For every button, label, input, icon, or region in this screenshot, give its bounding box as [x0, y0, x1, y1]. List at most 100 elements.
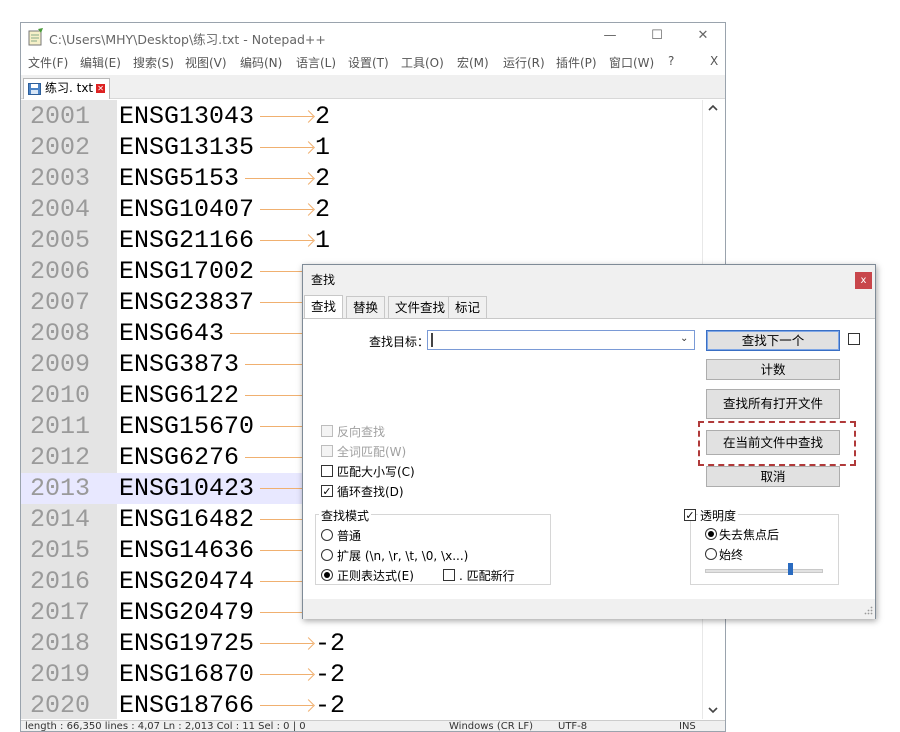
find-next-extra-checkbox[interactable]: [848, 333, 860, 345]
chevron-down-icon[interactable]: ⌄: [680, 333, 688, 344]
transparency-slider-thumb[interactable]: [788, 563, 793, 575]
tab-label: 练习. txt: [45, 81, 94, 95]
menu-close-doc[interactable]: X: [710, 54, 718, 68]
close-button[interactable]: ✕: [686, 25, 720, 47]
mode-regex-label: 正则表达式(E): [337, 569, 414, 583]
tab-find-in-files[interactable]: 文件查找: [388, 296, 453, 318]
mode-extended-radio[interactable]: [321, 549, 333, 561]
scroll-down-icon[interactable]: [708, 706, 718, 714]
minimize-button[interactable]: —: [593, 25, 627, 47]
transparency-always-label: 始终: [719, 548, 744, 562]
transparency-checkbox[interactable]: ✓: [684, 509, 696, 521]
transparency-always-radio[interactable]: [705, 548, 717, 560]
search-mode-title: 查找模式: [319, 507, 372, 524]
status-insert-mode: INS: [679, 721, 696, 732]
tab-close-icon[interactable]: ✕: [96, 84, 106, 93]
menu-tools[interactable]: 工具(O): [401, 54, 444, 71]
tab-arrow-icon: [260, 705, 313, 707]
tab-find[interactable]: 查找: [304, 295, 344, 318]
value-cell: 2: [315, 102, 331, 131]
backward-direction-checkbox[interactable]: [321, 425, 333, 437]
whole-word-label: 全词匹配(W): [337, 445, 407, 459]
status-position: length : 66,350 lines : 4,07 Ln : 2,013 …: [25, 721, 306, 732]
tab-arrow-icon: [260, 643, 313, 645]
gene-id: ENSG5153: [119, 164, 240, 193]
whole-word-checkbox[interactable]: [321, 445, 333, 457]
tab-arrow-icon: [260, 240, 313, 242]
gene-id: ENSG23837: [119, 288, 255, 317]
tab-mark[interactable]: 标记: [448, 296, 488, 318]
editor-line[interactable]: 2002 ENSG13135 1: [21, 132, 702, 163]
editor-line[interactable]: 2005 ENSG21166 1: [21, 225, 702, 256]
wrap-around-checkbox[interactable]: ✓: [321, 485, 333, 497]
dot-matches-newline-checkbox[interactable]: [443, 569, 455, 581]
value-cell: 2: [315, 195, 331, 224]
editor-line[interactable]: 2020 ENSG18766 -2: [21, 690, 702, 721]
maximize-button[interactable]: ☐: [640, 25, 674, 47]
dialog-close-button[interactable]: x: [855, 272, 872, 289]
editor-line[interactable]: 2003 ENSG5153 2: [21, 163, 702, 194]
window-title: C:\Users\MHY\Desktop\练习.txt - Notepad++: [49, 32, 326, 47]
tab-replace[interactable]: 替换: [346, 296, 386, 318]
transparency-slider-track[interactable]: [705, 569, 823, 573]
find-tab-panel: 查找目标： ⌄ 查找下一个 计数 查找所有打开文件 在当前文件中查找 取消 反向…: [303, 318, 875, 600]
notepadpp-app-icon: [28, 28, 43, 46]
editor-line[interactable]: 2018 ENSG19725 -2: [21, 628, 702, 659]
line-number: 2002: [30, 133, 91, 162]
menu-run[interactable]: 运行(R): [503, 54, 545, 71]
cancel-button[interactable]: 取消: [706, 466, 840, 487]
dialog-tabs: 查找 替换 文件查找 标记: [303, 295, 875, 318]
line-number: 2016: [30, 567, 91, 596]
scroll-up-icon[interactable]: [708, 104, 718, 112]
gene-id: ENSG643: [119, 319, 225, 348]
editor-line[interactable]: 2004 ENSG10407 2: [21, 194, 702, 225]
count-button[interactable]: 计数: [706, 359, 840, 380]
match-case-checkbox[interactable]: [321, 465, 333, 477]
save-status-icon: [28, 83, 41, 95]
dialog-status-strip: [303, 599, 875, 619]
value-cell: -2: [315, 629, 346, 658]
menu-macro[interactable]: 宏(M): [457, 54, 489, 71]
tab-lianxi-txt[interactable]: 练习. txt ✕: [23, 78, 111, 99]
gene-id: ENSG10423: [119, 474, 255, 503]
line-number: 2020: [30, 691, 91, 720]
line-number: 2006: [30, 257, 91, 286]
menu-window[interactable]: 窗口(W): [609, 54, 654, 71]
find-next-button[interactable]: 查找下一个: [706, 330, 840, 351]
menu-help[interactable]: ?: [668, 54, 674, 68]
mode-normal-radio[interactable]: [321, 529, 333, 541]
value-cell: -2: [315, 691, 346, 720]
menu-settings[interactable]: 设置(T): [348, 54, 389, 71]
editor-line[interactable]: 2019 ENSG16870 -2: [21, 659, 702, 690]
line-number: 2013: [30, 474, 91, 503]
gene-id: ENSG21166: [119, 226, 255, 255]
transparency-on-lose-focus-radio[interactable]: [705, 528, 717, 540]
value-cell: 1: [315, 226, 331, 255]
status-eol: Windows (CR LF): [449, 721, 534, 732]
menu-plugins[interactable]: 插件(P): [556, 54, 597, 71]
line-number: 2007: [30, 288, 91, 317]
value-cell: 2: [315, 164, 331, 193]
resize-grip-icon[interactable]: [864, 606, 873, 615]
mode-normal-label: 普通: [337, 529, 362, 543]
gene-id: ENSG6122: [119, 381, 240, 410]
line-number: 2008: [30, 319, 91, 348]
menu-encoding[interactable]: 编码(N): [240, 54, 282, 71]
menu-edit[interactable]: 编辑(E): [80, 54, 121, 71]
menu-search[interactable]: 搜索(S): [133, 54, 174, 71]
value-cell: -2: [315, 660, 346, 689]
status-bar: length : 66,350 lines : 4,07 Ln : 2,013 …: [21, 720, 725, 732]
menu-file[interactable]: 文件(F): [28, 54, 68, 71]
document-tab-bar: 练习. txt ✕: [21, 75, 725, 99]
menu-language[interactable]: 语言(L): [296, 54, 336, 71]
gene-id: ENSG20474: [119, 567, 255, 596]
editor-line[interactable]: 2001 ENSG13043 2: [21, 101, 702, 132]
find-what-input[interactable]: ⌄: [427, 330, 695, 350]
menu-view[interactable]: 视图(V): [185, 54, 227, 71]
line-number: 2001: [30, 102, 91, 131]
line-number: 2019: [30, 660, 91, 689]
highlight-annotation-box: [698, 421, 856, 466]
find-all-open-docs-button[interactable]: 查找所有打开文件: [706, 389, 840, 419]
mode-regex-radio[interactable]: [321, 569, 333, 581]
tab-arrow-icon: [260, 209, 313, 211]
